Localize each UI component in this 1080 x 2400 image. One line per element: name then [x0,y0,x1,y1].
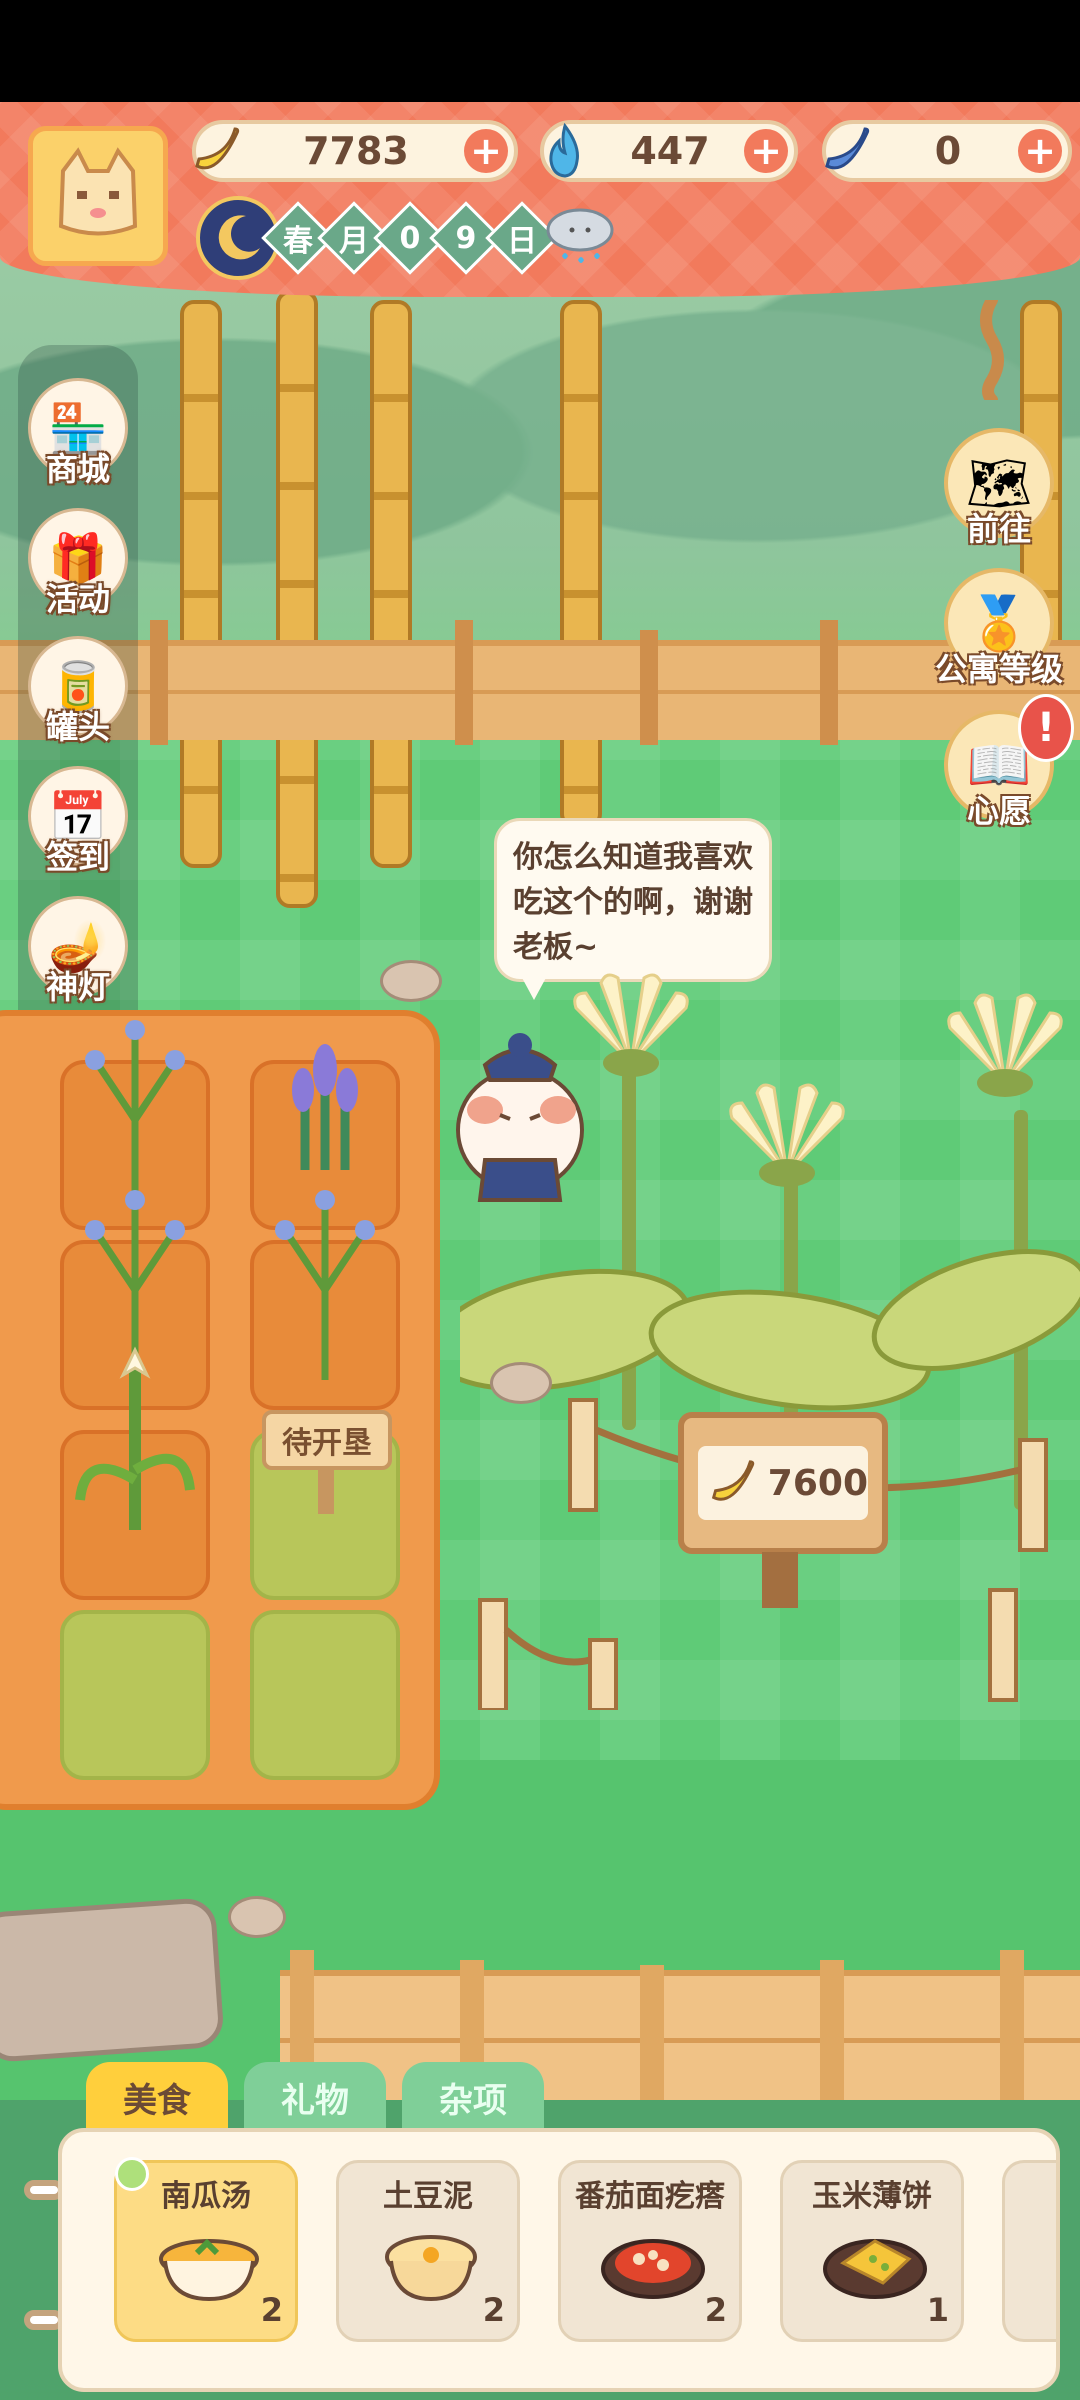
pebble [380,960,442,1002]
item-mashed-potato[interactable]: 土豆泥 2 [336,2160,520,2342]
item-tomato-dumpling[interactable]: 番茄面疙瘩 2 [558,2160,742,2342]
item-list: 南瓜汤 2 土豆泥 2 番茄面疙瘩 2 玉米薄饼 1 [58,2128,1060,2392]
bamboo-stalk [370,300,412,868]
lavender-plant-icon [275,1190,375,1380]
rock [0,1896,225,2064]
speech-bubble-tail [520,974,548,1000]
season-text: 春 [283,224,313,259]
lily-plant-icon [75,1346,195,1530]
banana-icon [186,120,248,182]
blue-flame-icon [534,120,596,182]
bamboo-stalk [276,290,318,908]
banana-count: 7783 [303,129,409,173]
apartment-level-button[interactable]: 🏅 公寓等级 [934,568,1064,690]
cat-face-icon [58,147,138,236]
pending-cultivation-sign[interactable]: 待开垦 [262,1410,392,1470]
uncultivated-bed[interactable] [250,1610,400,1780]
wooden-fence-back [0,620,1080,745]
game-screen: 7783 + 447 + 0 + 春 月 0 9 日 🏪 商城 🎁 活动 🥫 罐… [0,0,1080,2400]
cream-flower-icon [947,993,1063,1097]
date-display: 春 月 0 9 日 [261,201,559,275]
checkin-button[interactable]: 📅 签到 [22,766,134,878]
banana-icon [711,1460,755,1501]
add-blue-flame-button[interactable]: + [744,129,788,173]
add-banana-button[interactable]: + [464,129,508,173]
pebble [490,1362,552,1404]
blue-banana-count: 0 [934,129,962,173]
inventory-tabs: 美食 礼物 杂项 [86,2062,544,2132]
item-quantity: 2 [260,2291,283,2329]
sign-post [762,1552,798,1608]
tab-misc[interactable]: 杂项 [402,2062,544,2132]
resource-banana: 7783 + [192,120,518,182]
cream-flower-icon [573,973,689,1077]
corn-pancake-icon [823,2239,927,2299]
month-label: 月 [339,224,369,259]
day-label: 日 [507,224,537,259]
alert-badge-icon: ! [1018,694,1074,762]
bamboo-stalk [180,300,222,868]
mashed-potato-icon [385,2235,477,2302]
pumpkin-soup-icon [159,2238,259,2302]
tomato-dumpling-icon [601,2239,705,2299]
tab-food[interactable]: 美食 [86,2062,228,2132]
lavender-plant-icon [85,1020,185,1200]
day-digit-2: 9 [455,220,477,256]
day-digit-1: 0 [399,220,421,256]
blue-flame-count: 447 [630,129,710,173]
magic-lamp-button[interactable]: 🪔 神灯 [22,896,134,1008]
hanging-rope-icon [980,300,1004,400]
pebble [228,1896,286,1938]
speech-bubble: 你怎么知道我喜欢吃这个的啊，谢谢老板~ [494,818,772,982]
tab-gifts[interactable]: 礼物 [244,2062,386,2132]
shop-button[interactable]: 🏪 商城 [22,378,134,490]
item-quantity: 2 [704,2291,727,2329]
item-pumpkin-soup[interactable]: 南瓜汤 2 [114,2157,298,2342]
item-corn-pancake[interactable]: 玉米薄饼 1 [780,2160,964,2342]
cream-flower-icon [729,1083,845,1187]
events-button[interactable]: 🎁 活动 [22,508,134,620]
rain-cloud-icon [546,208,614,263]
moon-icon [218,215,260,260]
add-blue-banana-button[interactable]: + [1018,129,1062,173]
resource-blue-flame: 447 + [540,120,798,182]
resource-blue-banana: 0 + [822,120,1072,182]
price-sign[interactable]: 7600 [678,1412,888,1554]
sign-post [318,1468,334,1514]
blue-banana-icon [816,120,878,182]
item-quantity: 1 [926,2291,949,2329]
player-avatar[interactable] [28,126,168,266]
travel-button[interactable]: 🗺 前往 [934,428,1064,550]
status-bar [0,0,1080,102]
sign-price: 7600 [767,1462,868,1504]
uncultivated-bed[interactable] [60,1610,210,1780]
cans-button[interactable]: 🥫 罐头 [22,636,134,748]
item-quantity: 2 [482,2291,505,2329]
item-next-peek[interactable] [1002,2160,1056,2342]
